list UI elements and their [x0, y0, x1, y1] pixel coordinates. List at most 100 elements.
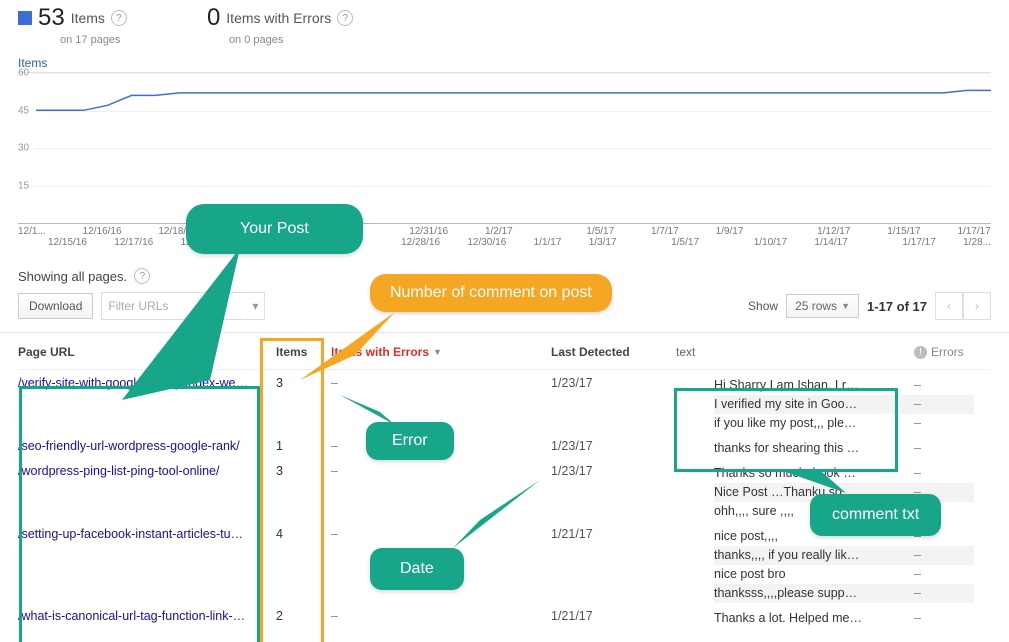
x-tick: 1/12/17 — [817, 226, 850, 237]
comment-text: Nice Post …Thanku so … — [714, 483, 914, 502]
filter-input[interactable]: Filter URLs ▾ — [101, 292, 265, 320]
col-items-errors-label: Items with Errors — [331, 345, 429, 359]
x-tick: 1/5/17 — [586, 226, 614, 237]
show-label: Show — [748, 299, 778, 313]
page-url-link[interactable]: /seo-friendly-url-wordpress-google-rank/ — [18, 439, 256, 453]
errors-cell: ––– — [914, 464, 974, 521]
items-errors-cell: – — [331, 609, 551, 623]
filter-placeholder: Filter URLs — [108, 299, 168, 313]
x-tick: 1/17/17 — [957, 226, 990, 237]
errors-label: Items with Errors — [226, 10, 331, 26]
items-label: Items — [71, 10, 105, 26]
summary-row: 53 Items ? on 17 pages 0 Items with Erro… — [0, 0, 1009, 46]
col-items-errors[interactable]: Items with Errors ▼ — [331, 345, 551, 359]
comment-text: ohh,,,, sure ,,,, — [714, 502, 914, 521]
x-tick: 12/15/16 — [48, 237, 87, 248]
items-cell: 1 — [276, 439, 331, 453]
chart-title: Items — [0, 46, 1009, 72]
table-row[interactable]: /verify-site-with-google-bing-yandex-we…… — [18, 370, 991, 433]
next-page-button[interactable]: › — [963, 292, 991, 320]
x-tick: 12/31/16 — [409, 226, 448, 237]
y-tick: 45 — [18, 105, 29, 116]
table-row[interactable]: /setting-up-facebook-instant-articles-tu… — [18, 521, 991, 603]
page-url-link[interactable]: /setting-up-facebook-instant-articles-tu… — [18, 527, 256, 541]
caret-down-icon: ▼ — [841, 301, 850, 311]
items-errors-cell: – — [331, 464, 551, 478]
col-text[interactable]: text — [676, 345, 714, 359]
y-tick: 60 — [18, 68, 29, 79]
rows-select-label: 25 rows — [795, 299, 837, 313]
x-tick: 12/2... — [234, 226, 262, 237]
comment-text: Thanks a lot. Helped me… — [714, 609, 914, 628]
error-badge-icon: ! — [914, 346, 927, 359]
items-summary: 53 Items ? on 17 pages — [18, 4, 127, 46]
errors-summary: 0 Items with Errors ? on 0 pages — [207, 4, 353, 46]
legend-square-icon — [18, 11, 32, 25]
comment-text: nice post,,,, — [714, 527, 914, 546]
items-cell: 3 — [276, 376, 331, 390]
line-chart: 15304560 — [18, 72, 991, 224]
page-url-link[interactable]: /what-is-canonical-url-tag-function-link… — [18, 609, 256, 623]
comment-text: if you like my post,,, ple… — [714, 414, 914, 433]
table-row[interactable]: /seo-friendly-url-wordpress-google-rank/… — [18, 433, 991, 458]
last-detected-cell: 1/23/17 — [551, 464, 676, 478]
chart-line — [36, 73, 991, 222]
col-items[interactable]: Items — [276, 345, 331, 359]
items-cell: 4 — [276, 527, 331, 541]
table-header: Page URL Items Items with Errors ▼ Last … — [18, 333, 991, 370]
comment-cell: Thanks a lot. Helped me… — [714, 609, 914, 628]
x-tick: 12/25/16 — [307, 237, 346, 248]
comment-text: nice post bro — [714, 565, 914, 584]
x-tick: 1/3/17 — [589, 237, 617, 248]
errors-cell: – — [914, 439, 974, 458]
col-errors-label: Errors — [931, 345, 964, 359]
col-last-detected[interactable]: Last Detected — [551, 345, 676, 359]
errors-count: 0 — [207, 4, 220, 32]
last-detected-cell: 1/21/17 — [551, 527, 676, 541]
comment-cell: nice post,,,,thanks,,,, if you really li… — [714, 527, 914, 603]
col-page-url[interactable]: Page URL — [18, 345, 276, 359]
col-comment-spacer — [714, 345, 914, 359]
x-tick: 12/20... — [181, 237, 214, 248]
x-tick: 1/9/17 — [716, 226, 744, 237]
x-tick: 12/28/16 — [401, 237, 440, 248]
x-tick: 12/1... — [18, 226, 46, 237]
page-url-link[interactable]: /wordpress-ping-list-ping-tool-online/ — [18, 464, 256, 478]
data-table: Page URL Items Items with Errors ▼ Last … — [0, 333, 1009, 628]
last-detected-cell: 1/23/17 — [551, 439, 676, 453]
filter-icon: ▾ — [252, 299, 258, 313]
download-button[interactable]: Download — [18, 293, 93, 319]
errors-subtext: on 0 pages — [229, 34, 353, 46]
comment-text: I verified my site in Goo… — [714, 395, 914, 414]
help-icon[interactable]: ? — [337, 10, 353, 26]
help-icon[interactable]: ? — [134, 268, 150, 284]
table-row[interactable]: /what-is-canonical-url-tag-function-link… — [18, 603, 991, 628]
last-detected-cell: 1/23/17 — [551, 376, 676, 390]
sort-desc-icon: ▼ — [433, 347, 442, 357]
x-tick: 12/18/16 — [158, 226, 197, 237]
col-errors[interactable]: ! Errors — [914, 345, 974, 359]
items-subtext: on 17 pages — [60, 34, 127, 46]
x-tick: 12/23/16 — [241, 237, 280, 248]
table-row[interactable]: /wordpress-ping-list-ping-tool-online/3–… — [18, 458, 991, 521]
comment-text: thanks,,,, if you really lik… — [714, 546, 914, 565]
x-tick: 1/5/17 — [671, 237, 699, 248]
x-tick: 1/14/17 — [814, 237, 847, 248]
comment-cell: thanks for shearing this … — [714, 439, 914, 458]
help-icon[interactable]: ? — [111, 10, 127, 26]
errors-cell: – — [914, 609, 974, 628]
comment-text: thanksss,,,,please supp… — [714, 584, 914, 603]
items-errors-cell: – — [331, 439, 551, 453]
x-tick: 12/16/16 — [83, 226, 122, 237]
last-detected-cell: 1/21/17 — [551, 609, 676, 623]
rows-select[interactable]: 25 rows ▼ — [786, 294, 859, 318]
comment-text: Thanks so much. book … — [714, 464, 914, 483]
chart-x-axis: 12/1... 12/16/16 12/18/16 12/2... 12/31/16 1/… — [18, 226, 991, 254]
page-url-link[interactable]: /verify-site-with-google-bing-yandex-we… — [18, 376, 256, 390]
x-tick: 1/10/17 — [754, 237, 787, 248]
errors-cell: ––– — [914, 376, 974, 433]
prev-page-button[interactable]: ‹ — [935, 292, 963, 320]
comment-text: thanks for shearing this … — [714, 439, 914, 458]
x-tick: 1/1/17 — [534, 237, 562, 248]
page-range: 1-17 of 17 — [867, 299, 927, 314]
